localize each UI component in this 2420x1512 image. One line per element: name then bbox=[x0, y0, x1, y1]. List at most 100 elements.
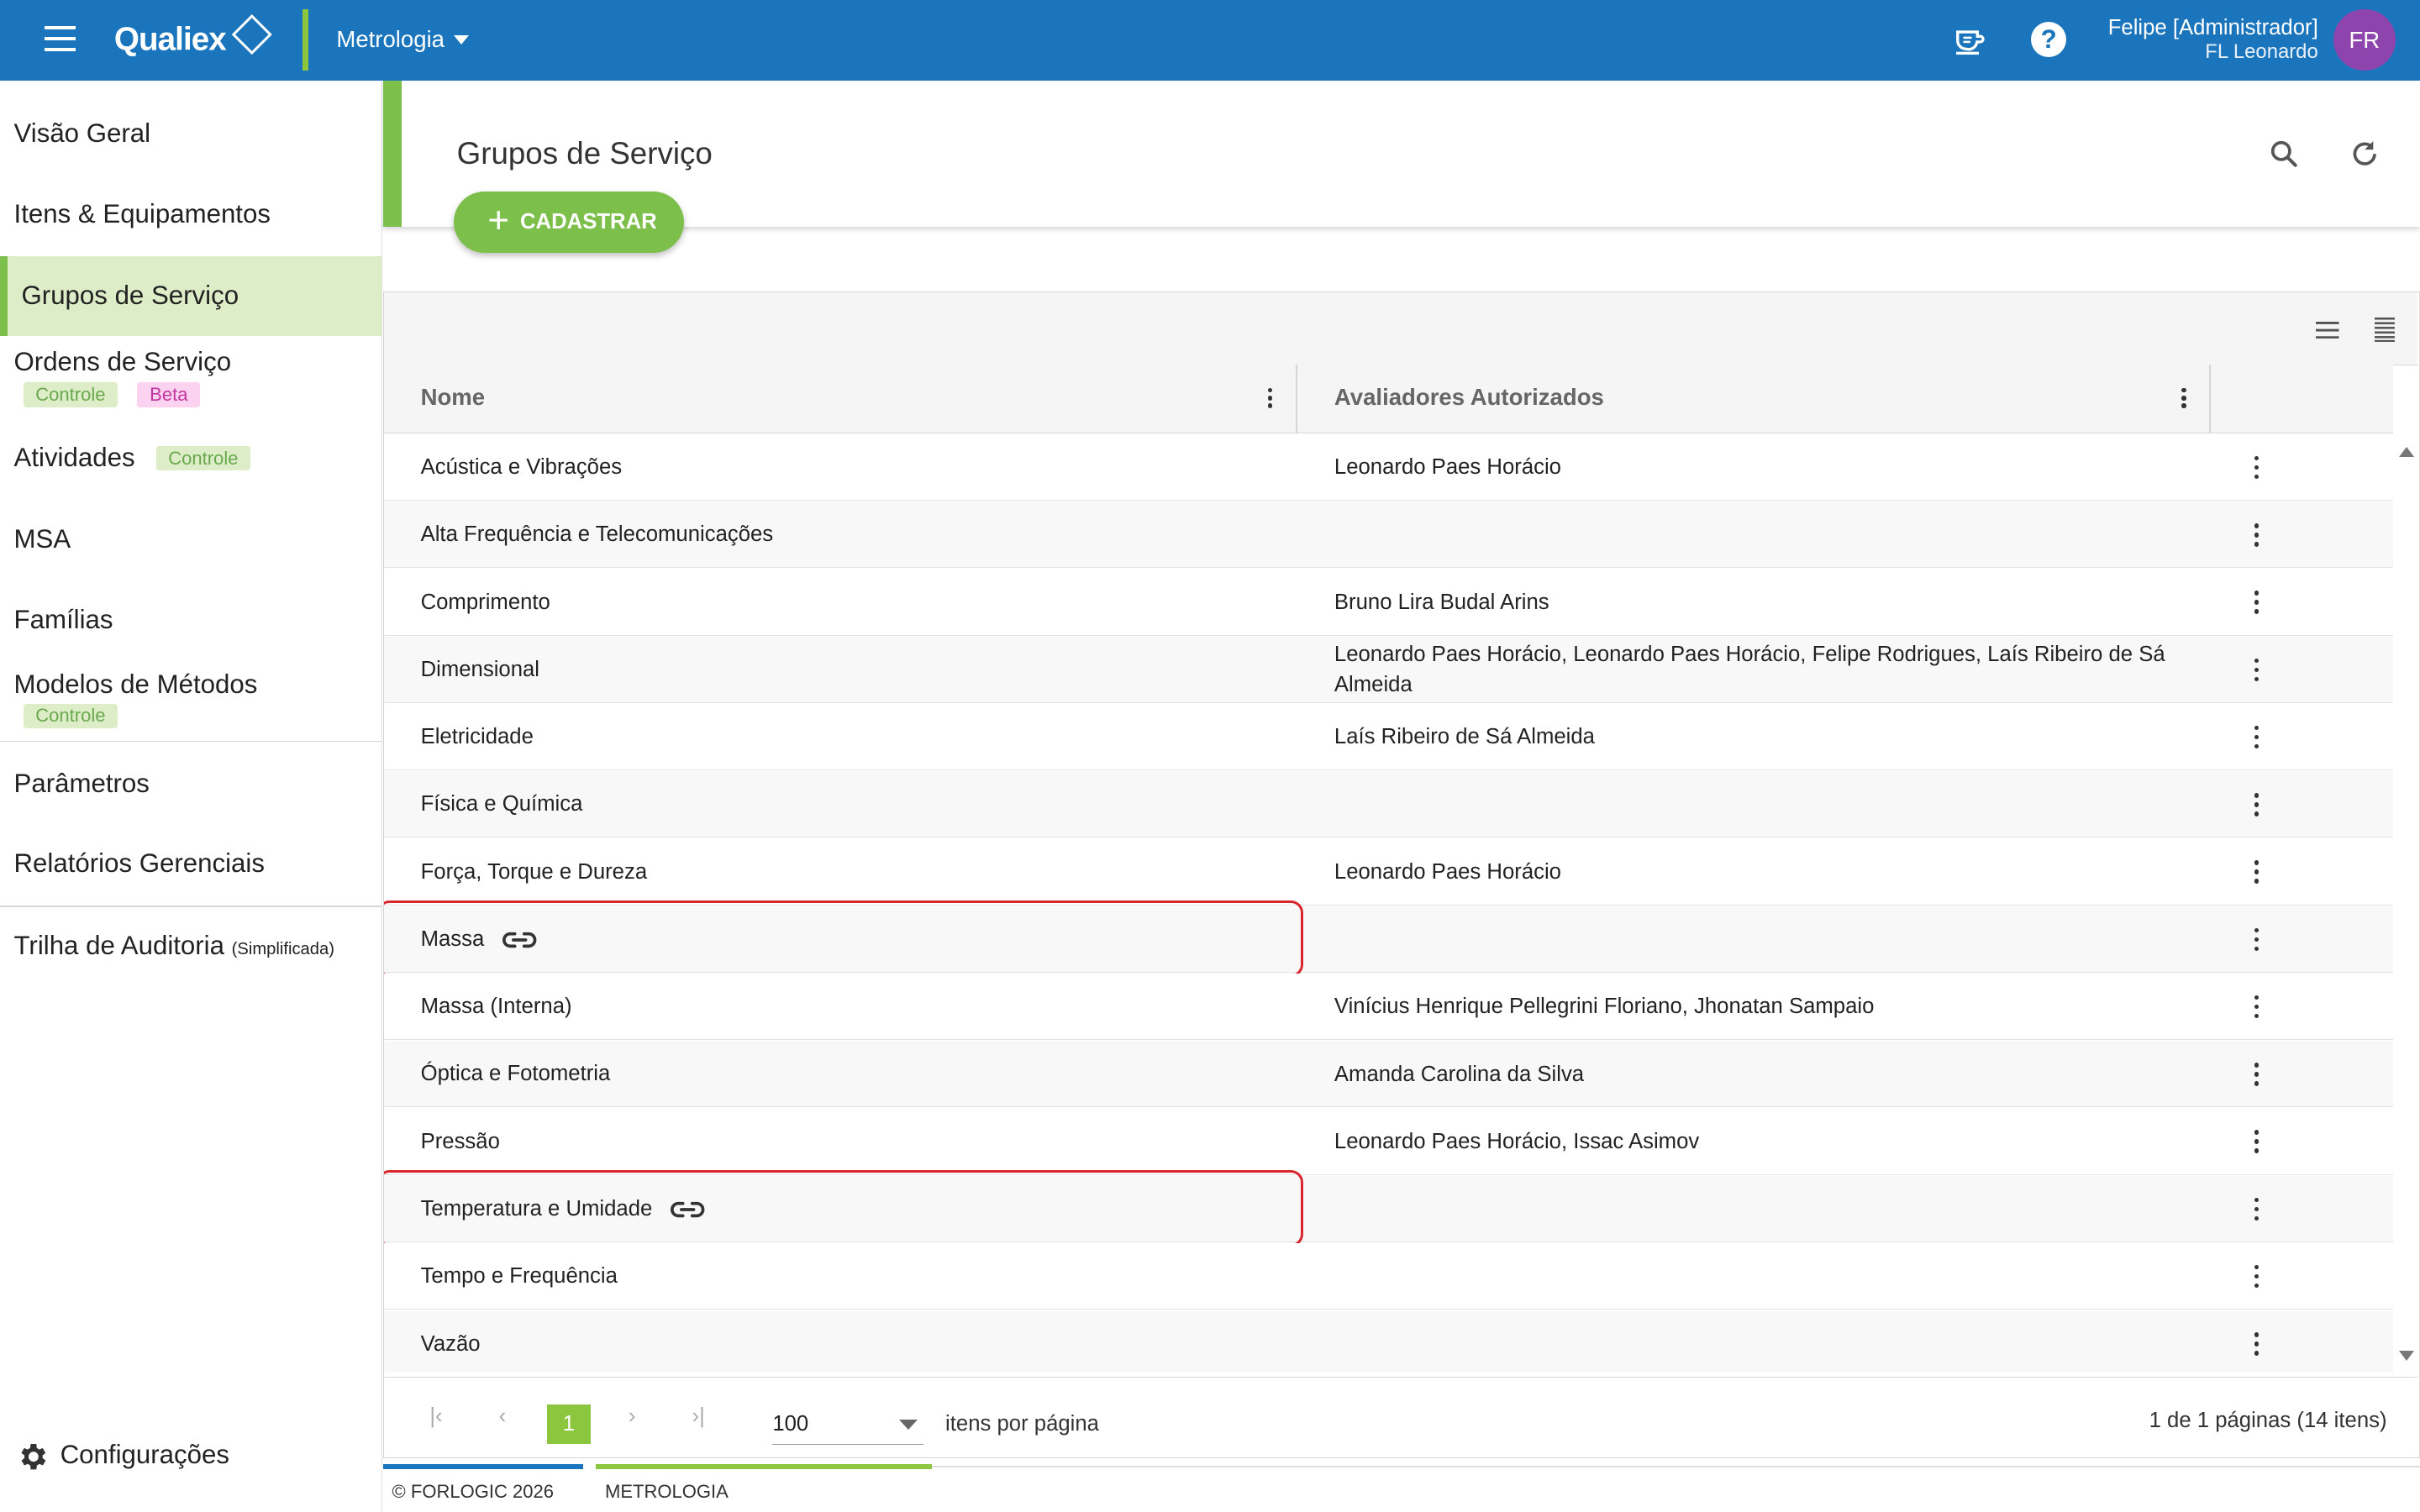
sidebar-item-visao-geral[interactable]: Visão Geral bbox=[0, 100, 381, 168]
row-actions-icon[interactable] bbox=[2254, 995, 2260, 1019]
footer-line bbox=[382, 1464, 584, 1469]
coffee-cup-icon[interactable] bbox=[1952, 24, 1986, 57]
cell-nome: Comprimento bbox=[421, 570, 550, 636]
column-header-nome[interactable]: Nome bbox=[421, 365, 486, 433]
sidebar-item-label: Parâmetros bbox=[13, 768, 150, 798]
cell-nome: Tempo e Frequência bbox=[421, 1243, 618, 1310]
badge-controle: Controle bbox=[23, 703, 118, 729]
sidebar-item-trilha-auditoria[interactable]: Trilha de Auditoria (Simplificada) bbox=[0, 913, 381, 984]
badge-beta: Beta bbox=[137, 382, 201, 408]
logo-text: Qualiex bbox=[113, 21, 227, 58]
column-menu-icon[interactable] bbox=[1267, 387, 1274, 410]
table-row[interactable]: Comprimento Bruno Lira Budal Arins bbox=[383, 569, 2393, 636]
vertical-scrollbar[interactable] bbox=[2394, 434, 2418, 1373]
current-page-button[interactable]: 1 bbox=[547, 1404, 591, 1445]
table-row[interactable]: Eletricidade Laís Ribeiro de Sá Almeida bbox=[383, 704, 2393, 771]
row-actions-icon[interactable] bbox=[2254, 1264, 2260, 1289]
column-separator[interactable] bbox=[1295, 365, 1297, 433]
table-row[interactable]: Temperatura e Umidade bbox=[383, 1175, 2393, 1242]
table-row[interactable]: Massa (Interna) Vinícius Henrique Pellegr… bbox=[383, 974, 2393, 1041]
group-name: Alta Frequência e Telecomunicações bbox=[420, 522, 774, 547]
sidebar-item-label: MSA bbox=[13, 524, 71, 554]
row-actions-icon[interactable] bbox=[2254, 1197, 2260, 1221]
density-comfortable-icon[interactable] bbox=[2374, 317, 2395, 342]
sidebar-divider bbox=[0, 740, 381, 743]
app-logo[interactable]: Qualiex bbox=[113, 13, 272, 58]
scroll-up-icon[interactable] bbox=[2399, 447, 2415, 457]
sidebar-item-label: Modelos de Métodos bbox=[13, 669, 258, 700]
badge-controle: Controle bbox=[155, 445, 251, 471]
table-row[interactable]: Massa bbox=[383, 906, 2393, 973]
user-company: FL Leonardo bbox=[2205, 39, 2318, 63]
sidebar-item-relatorios[interactable]: Relatórios Gerenciais bbox=[0, 828, 381, 899]
table-row[interactable]: Tempo e Frequência bbox=[383, 1243, 2393, 1310]
sidebar-item-parametros[interactable]: Parâmetros bbox=[0, 748, 381, 819]
page-header: Grupos de Serviço bbox=[382, 80, 2420, 227]
row-actions-icon[interactable] bbox=[2254, 591, 2260, 614]
last-page-icon[interactable]: ›| bbox=[686, 1404, 710, 1429]
sidebar-item-label: Itens & Equipamentos bbox=[13, 198, 271, 228]
avatar[interactable]: FR bbox=[2333, 9, 2396, 71]
cell-avaliadores: Bruno Lira Budal Arins bbox=[1334, 590, 1549, 614]
row-actions-icon[interactable] bbox=[2254, 927, 2260, 952]
next-page-icon[interactable]: › bbox=[620, 1404, 644, 1429]
density-compact-icon[interactable] bbox=[2316, 322, 2339, 339]
row-actions-icon[interactable] bbox=[2254, 1130, 2260, 1153]
cell-avaliadores bbox=[1334, 1176, 2199, 1242]
group-name: Óptica e Fotometria bbox=[420, 1062, 611, 1086]
footer-module: METROLOGIA bbox=[604, 1481, 729, 1503]
group-name: Acústica e Vibrações bbox=[420, 455, 623, 480]
row-actions-icon[interactable] bbox=[2254, 1332, 2260, 1356]
footer: © FORLOGIC 2026 METROLOGIA bbox=[382, 1464, 2420, 1512]
plus-icon: + bbox=[487, 199, 510, 241]
row-actions-icon[interactable] bbox=[2254, 860, 2260, 884]
user-name: Felipe [Administrador] bbox=[2107, 16, 2318, 40]
add-button[interactable]: + CADASTRAR bbox=[453, 191, 684, 254]
row-actions-icon[interactable] bbox=[2254, 793, 2260, 816]
menu-icon[interactable] bbox=[45, 26, 76, 51]
sidebar-item-atividades[interactable]: Atividades Controle bbox=[0, 423, 381, 493]
module-selector[interactable]: Metrologia bbox=[336, 26, 470, 53]
column-header-avaliadores[interactable]: Avaliadores Autorizados bbox=[1334, 365, 1604, 433]
prev-page-icon[interactable]: ‹ bbox=[490, 1404, 514, 1429]
table-row[interactable]: Alta Frequência e Telecomunicações bbox=[383, 501, 2393, 569]
row-actions-icon[interactable] bbox=[2254, 455, 2260, 480]
table-row[interactable]: Óptica e Fotometria Amanda Carolina da Si… bbox=[383, 1041, 2393, 1108]
refresh-icon[interactable] bbox=[2348, 137, 2381, 171]
cell-avaliadores: Leonardo Paes Horácio, Leonardo Paes Hor… bbox=[1334, 642, 2165, 697]
search-icon[interactable] bbox=[2267, 137, 2301, 171]
row-actions-icon[interactable] bbox=[2254, 523, 2260, 547]
sidebar-item-modelos-metodos[interactable]: Modelos de Métodos Controle bbox=[0, 664, 381, 741]
sidebar-item-itens-equipamentos[interactable]: Itens & Equipamentos bbox=[0, 181, 381, 249]
first-page-icon[interactable]: |‹ bbox=[424, 1404, 448, 1429]
sidebar-item-familias[interactable]: Famílias bbox=[0, 585, 381, 655]
group-name: Física e Química bbox=[420, 792, 583, 816]
scroll-down-icon[interactable] bbox=[2399, 1351, 2415, 1361]
column-separator[interactable] bbox=[2209, 365, 2212, 433]
cell-nome: Temperatura e Umidade bbox=[421, 1176, 705, 1242]
row-actions-icon[interactable] bbox=[2254, 725, 2260, 749]
cell-nome: Eletricidade bbox=[421, 704, 534, 770]
settings-label[interactable]: Configurações bbox=[60, 1440, 229, 1470]
row-actions-icon[interactable] bbox=[2254, 658, 2260, 682]
sidebar-item-msa[interactable]: MSA bbox=[0, 505, 381, 575]
sidebar-item-grupos-servico[interactable]: Grupos de Serviço bbox=[0, 255, 381, 337]
column-menu-icon[interactable] bbox=[2181, 387, 2187, 410]
link-icon[interactable] bbox=[671, 1200, 705, 1219]
help-icon[interactable]: ? bbox=[2031, 21, 2067, 57]
cell-avaliadores: Leonardo Paes Horácio, Issac Asimov bbox=[1334, 1129, 1700, 1153]
table-row[interactable]: Vazão bbox=[383, 1310, 2393, 1373]
table-row[interactable]: Força, Torque e Dureza Leonardo Paes Horá… bbox=[383, 838, 2393, 906]
row-actions-icon[interactable] bbox=[2254, 1063, 2260, 1086]
user-info[interactable]: Felipe [Administrador] FL Leonardo bbox=[2107, 16, 2318, 63]
page-size-select[interactable]: 100 bbox=[772, 1404, 924, 1446]
table-row[interactable]: Física e Química bbox=[383, 771, 2393, 838]
sidebar-item-ordens-servico[interactable]: Ordens de Serviço Controle Beta bbox=[0, 339, 381, 417]
table-row[interactable]: Pressão Leonardo Paes Horácio, Issac Asim… bbox=[383, 1108, 2393, 1175]
table-row[interactable]: Acústica e Vibrações Leonardo Paes Horáci… bbox=[383, 434, 2393, 501]
link-icon[interactable] bbox=[502, 931, 537, 949]
footer-line bbox=[932, 1465, 2420, 1467]
cell-avaliadores: Leonardo Paes Horácio bbox=[1334, 859, 1561, 884]
table-row[interactable]: Dimensional Leonardo Paes Horácio, Leonar… bbox=[383, 636, 2393, 703]
gear-icon[interactable] bbox=[15, 1440, 49, 1473]
